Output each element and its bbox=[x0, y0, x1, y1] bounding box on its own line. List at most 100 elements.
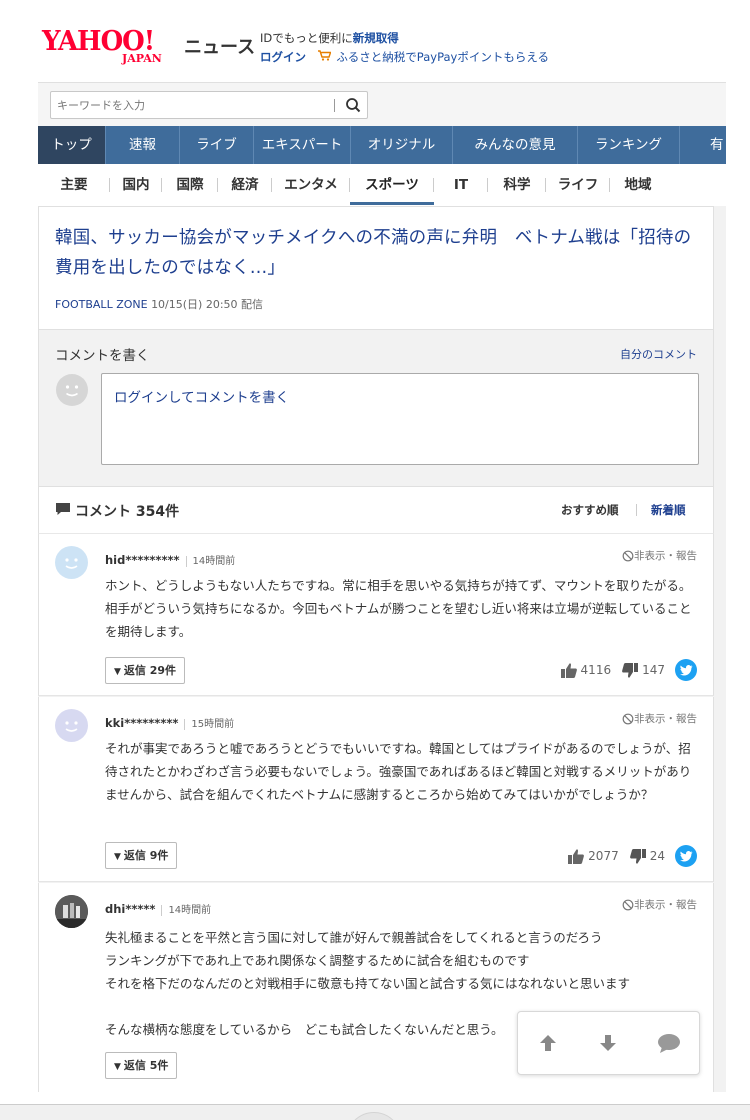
nav-live[interactable]: ライブ bbox=[180, 126, 254, 164]
comment-item: kki********* 15時間前 非表示・報告 それが事実であろうと嘘であろう… bbox=[38, 697, 714, 882]
search-button[interactable] bbox=[341, 95, 365, 115]
nav-breaking[interactable]: 速報 bbox=[106, 126, 180, 164]
promo-text: IDでもっと便利に bbox=[260, 31, 353, 45]
comment-username[interactable]: hid********* bbox=[105, 553, 180, 567]
like-button[interactable]: 2077 bbox=[567, 848, 619, 865]
dislike-button[interactable]: 24 bbox=[629, 848, 665, 865]
yahoo-japan-logo[interactable]: YAHOO! JAPAN bbox=[42, 28, 180, 66]
comment-user[interactable]: kki********* 15時間前 bbox=[105, 715, 235, 730]
dislike-button[interactable]: 147 bbox=[621, 662, 665, 679]
user-photo-icon bbox=[55, 895, 88, 928]
like-button[interactable]: 4116 bbox=[560, 662, 611, 679]
category-life[interactable]: ライフ bbox=[546, 164, 610, 206]
face-icon bbox=[65, 558, 78, 569]
reply-count: 返信 29件 bbox=[123, 664, 177, 677]
scroll-up-button[interactable] bbox=[528, 1023, 568, 1063]
comment-time: 15時間前 bbox=[184, 719, 235, 730]
reply-toggle-button[interactable]: ▼ 返信 5件 bbox=[105, 1052, 178, 1079]
hide-report-label: 非表示・報告 bbox=[634, 899, 697, 911]
category-it[interactable]: IT bbox=[434, 164, 488, 206]
id-promo: IDでもっと便利に新規取得 bbox=[260, 30, 399, 46]
thumbs-up-icon bbox=[560, 662, 577, 678]
logo-sub-text: JAPAN bbox=[122, 52, 162, 65]
nav-top[interactable]: トップ bbox=[38, 126, 106, 164]
category-label: 経済 bbox=[231, 177, 259, 193]
comment-form-title: コメントを書く bbox=[55, 348, 150, 364]
triangle-down-icon: ▼ bbox=[114, 667, 121, 677]
nav-original[interactable]: オリジナル bbox=[351, 126, 453, 164]
scroll-down-button[interactable] bbox=[588, 1023, 628, 1063]
category-sports[interactable]: スポーツ bbox=[350, 164, 434, 206]
category-local[interactable]: 地域 bbox=[610, 164, 666, 206]
comment-login-prompt[interactable]: ログインしてコメントを書く bbox=[114, 386, 289, 406]
new-account-link[interactable]: 新規取得 bbox=[353, 31, 399, 45]
face-icon bbox=[65, 721, 78, 732]
category-label: エンタメ bbox=[284, 177, 338, 193]
article-date: 10/15(日) 20:50 配信 bbox=[151, 298, 264, 311]
comment-count-label: コメント 354件 bbox=[75, 504, 180, 520]
category-science[interactable]: 科学 bbox=[488, 164, 546, 206]
furusato-link[interactable]: ふるさと納税でPayPayポイントもらえる bbox=[336, 50, 549, 64]
reply-toggle-button[interactable]: ▼ 返信 29件 bbox=[105, 657, 186, 684]
comment-time: 14時間前 bbox=[161, 905, 212, 916]
category-label: スポーツ bbox=[365, 177, 419, 193]
main-nav: トップ 速報 ライブ エキスパート オリジナル みんなの意見 ランキング 有 bbox=[38, 126, 726, 164]
face-icon bbox=[65, 385, 79, 397]
prohibit-icon bbox=[622, 550, 634, 561]
nav-more[interactable]: 有 bbox=[680, 126, 726, 164]
category-label: 国内 bbox=[122, 177, 150, 193]
search-bar bbox=[38, 82, 726, 126]
thumbs-down-icon bbox=[622, 662, 639, 678]
comment-username[interactable]: dhi***** bbox=[105, 902, 155, 916]
category-label: 地域 bbox=[624, 177, 652, 193]
arrow-down-icon bbox=[600, 1035, 617, 1051]
article-title[interactable]: 韓国、サッカー協会がマッチメイクへの不満の声に弁明 ベトナム戦は「招待の費用を出… bbox=[55, 223, 705, 283]
comment-user[interactable]: dhi***** 14時間前 bbox=[105, 901, 212, 916]
hide-report-link[interactable]: 非表示・報告 bbox=[622, 897, 697, 912]
category-entertainment[interactable]: エンタメ bbox=[272, 164, 350, 206]
sort-newest[interactable]: 新着順 bbox=[651, 502, 686, 518]
hide-report-link[interactable]: 非表示・報告 bbox=[622, 711, 697, 726]
comment-body: ホント、どうしようもない人たちですね。常に相手を思いやる気持ちが持てず、マウント… bbox=[105, 578, 692, 639]
comment-item: hid********* 14時間前 非表示・報告 ホント、どうしようもない人たち… bbox=[38, 534, 714, 696]
cart-icon bbox=[317, 50, 335, 64]
category-label: 国際 bbox=[176, 177, 204, 193]
login-link[interactable]: ログイン bbox=[260, 50, 306, 64]
comment-user[interactable]: hid********* 14時間前 bbox=[105, 552, 236, 567]
article-header: 韓国、サッカー協会がマッチメイクへの不満の声に弁明 ベトナム戦は「招待の費用を出… bbox=[38, 206, 714, 330]
hide-report-label: 非表示・報告 bbox=[634, 713, 697, 725]
hide-report-link[interactable]: 非表示・報告 bbox=[622, 548, 697, 563]
avatar bbox=[56, 374, 88, 406]
category-label: 科学 bbox=[503, 177, 531, 193]
comment-textarea[interactable]: ログインしてコメントを書く bbox=[101, 373, 699, 465]
category-main[interactable]: 主要 bbox=[38, 164, 110, 206]
sort-recommended[interactable]: おすすめ順 bbox=[561, 502, 619, 518]
hide-report-label: 非表示・報告 bbox=[634, 550, 697, 562]
my-comments-link[interactable]: 自分のコメント bbox=[620, 346, 697, 362]
comments-header: コメント 354件 おすすめ順 新着順 bbox=[38, 486, 714, 534]
twitter-share-button[interactable] bbox=[675, 845, 697, 867]
category-economy[interactable]: 経済 bbox=[218, 164, 272, 206]
dislike-count: 24 bbox=[649, 849, 665, 863]
comment-username[interactable]: kki********* bbox=[105, 716, 178, 730]
triangle-down-icon: ▼ bbox=[114, 852, 121, 862]
nav-opinions[interactable]: みんなの意見 bbox=[453, 126, 578, 164]
twitter-share-button[interactable] bbox=[675, 659, 697, 681]
login-row: ログイン ふるさと納税でPayPayポイントもらえる bbox=[260, 49, 549, 65]
comment-form: コメントを書く 自分のコメント ログインしてコメントを書く bbox=[38, 330, 714, 486]
nav-expert[interactable]: エキスパート bbox=[254, 126, 351, 164]
nav-ranking[interactable]: ランキング bbox=[578, 126, 680, 164]
article-source[interactable]: FOOTBALL ZONE bbox=[55, 298, 148, 311]
category-label: 主要 bbox=[60, 177, 88, 193]
comment-count: コメント 354件 bbox=[55, 501, 179, 521]
category-nav: 主要 国内 国際 経済 エンタメ スポーツ IT 科学 ライフ 地域 bbox=[38, 164, 726, 206]
avatar bbox=[55, 546, 88, 579]
avatar bbox=[55, 895, 88, 928]
prohibit-icon bbox=[622, 899, 634, 910]
category-world[interactable]: 国際 bbox=[162, 164, 218, 206]
reply-toggle-button[interactable]: ▼ 返信 9件 bbox=[105, 842, 178, 869]
category-domestic[interactable]: 国内 bbox=[110, 164, 162, 206]
search-input[interactable] bbox=[57, 97, 332, 113]
service-name[interactable]: ニュース bbox=[184, 33, 255, 59]
comment-jump-button[interactable] bbox=[649, 1023, 689, 1063]
